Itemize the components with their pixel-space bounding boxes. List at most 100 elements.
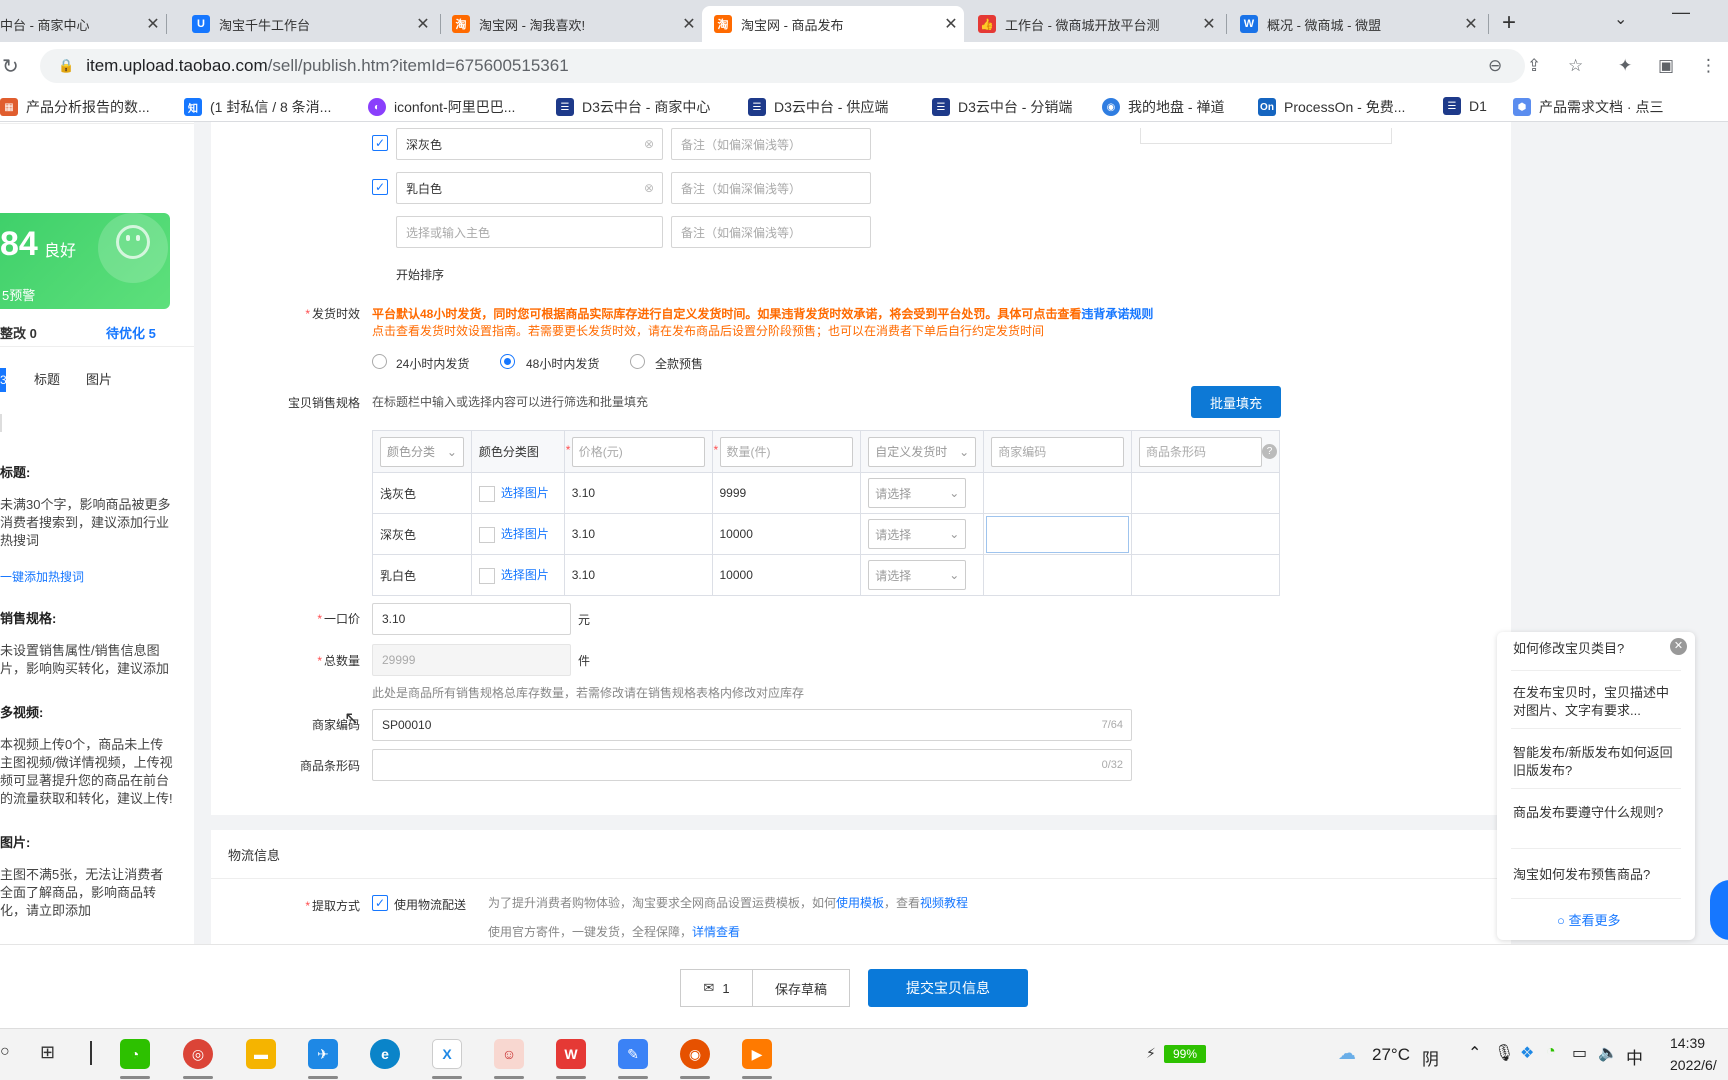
wps-icon[interactable]: W: [556, 1039, 586, 1069]
row-code[interactable]: [983, 513, 1132, 555]
close-icon[interactable]: ✕: [140, 14, 166, 34]
assistant-icon[interactable]: [1710, 880, 1728, 940]
row-code[interactable]: [983, 472, 1132, 514]
save-draft-button[interactable]: 保存草稿: [752, 969, 850, 1007]
tab-image-check[interactable]: 图片: [82, 368, 116, 392]
row-price[interactable]: 3.10: [563, 554, 713, 596]
minimize-icon[interactable]: —: [1672, 2, 1690, 23]
close-icon[interactable]: ✕: [1196, 14, 1222, 34]
clear-icon[interactable]: ⊗: [644, 181, 654, 195]
app-tray-icon[interactable]: ❖: [1520, 1043, 1534, 1063]
sidepanel-icon[interactable]: ▣: [1658, 56, 1674, 76]
video-tutorial-link[interactable]: 视频教程: [920, 896, 968, 910]
color-checkbox[interactable]: ✓: [372, 179, 388, 195]
tab-publish[interactable]: 淘 淘宝网 - 商品发布 ✕: [702, 6, 964, 42]
price-input[interactable]: 3.10: [372, 603, 571, 635]
barcode-input[interactable]: 0/32: [372, 749, 1132, 781]
tab-merchant-center[interactable]: 中台 - 商家中心 ✕: [0, 6, 166, 42]
tab-weimob[interactable]: W 概况 - 微商城 - 微盟 ✕: [1228, 6, 1484, 42]
chrome-icon[interactable]: ◎: [183, 1039, 213, 1069]
help-question[interactable]: 智能发布/新版发布如何返回旧版发布?: [1513, 744, 1679, 780]
share-icon[interactable]: ⇪: [1527, 56, 1541, 76]
row-barcode[interactable]: [1130, 554, 1281, 596]
clear-icon[interactable]: ⊗: [644, 137, 654, 151]
xmind-icon[interactable]: X: [432, 1039, 462, 1069]
star-icon[interactable]: ☆: [1568, 56, 1583, 76]
help-question[interactable]: 淘宝如何发布预售商品?: [1513, 866, 1679, 884]
media-icon[interactable]: ▶: [742, 1039, 772, 1069]
color-note-input[interactable]: 备注（如偏深偏浅等）: [671, 128, 871, 160]
details-link[interactable]: 详情查看: [692, 925, 740, 939]
new-tab-icon[interactable]: +: [1502, 9, 1516, 37]
color-input[interactable]: 深灰色 ⊗: [396, 128, 663, 160]
temperature[interactable]: 27°C: [1372, 1045, 1410, 1065]
help-question[interactable]: 商品发布要遵守什么规则?: [1513, 804, 1679, 822]
row-barcode[interactable]: [1130, 472, 1281, 514]
close-icon[interactable]: ✕: [1458, 14, 1484, 34]
bookmark-item[interactable]: ⬢ 产品需求文档 · 点三: [1513, 97, 1663, 117]
address-bar[interactable]: 🔒 item.upload.taobao.com/sell/publish.ht…: [40, 49, 1525, 83]
row-qty[interactable]: 10000: [711, 513, 862, 555]
row-qty[interactable]: 10000: [711, 554, 862, 596]
code-input[interactable]: SP00010 7/64: [372, 709, 1132, 741]
bookmark-item[interactable]: ◉ 我的地盘 - 禅道: [1102, 97, 1224, 117]
mic-icon[interactable]: 🎙: [1494, 1043, 1514, 1063]
extensions-icon[interactable]: ✦: [1618, 56, 1632, 76]
tab-taobao-home[interactable]: 淘 淘宝网 - 淘我喜欢! ✕: [440, 6, 702, 42]
bookmark-item[interactable]: ◐ iconfont-阿里巴巴...: [368, 97, 515, 117]
row-code[interactable]: [983, 554, 1132, 596]
battery-indicator[interactable]: 99%: [1164, 1045, 1206, 1063]
color-note-input[interactable]: 备注（如偏深偏浅等）: [671, 216, 871, 248]
tab-more[interactable]: [0, 414, 2, 432]
submit-button[interactable]: 提交宝贝信息: [868, 969, 1028, 1007]
help-icon[interactable]: ?: [1262, 444, 1277, 459]
view-more-link[interactable]: ○ 查看更多: [1557, 910, 1621, 929]
bookmark-item[interactable]: ▦ 产品分析报告的数...: [0, 97, 150, 117]
color-filter-select[interactable]: 颜色分类 ⌄: [380, 436, 464, 467]
notes-icon[interactable]: ✎: [618, 1039, 648, 1069]
reload-icon[interactable]: ↻: [2, 54, 19, 79]
use-template-link[interactable]: 使用模板: [836, 896, 884, 910]
help-question[interactable]: 在发布宝贝时，宝贝描述中对图片、文字有要求...: [1513, 684, 1679, 720]
bookmark-item[interactable]: ☰ D3云中台 - 供应端: [748, 97, 888, 117]
ship-time-select[interactable]: 自定义发货时 ⌄: [868, 436, 977, 467]
dingtalk-icon[interactable]: ✈: [308, 1039, 338, 1069]
ime-indicator[interactable]: 中: [1626, 1044, 1643, 1069]
menu-icon[interactable]: ⋮: [1700, 56, 1717, 76]
pick-image-link[interactable]: 选择图片: [501, 527, 549, 541]
optimize-stat[interactable]: 待优化 5: [106, 323, 156, 342]
network-icon[interactable]: ▭: [1572, 1043, 1587, 1063]
close-icon[interactable]: ✕: [938, 14, 964, 34]
color-input[interactable]: 乳白色 ⊗: [396, 172, 663, 204]
qty-batch-input[interactable]: 数量(件): [719, 436, 854, 467]
avatar-app-icon[interactable]: ☺: [494, 1039, 524, 1069]
row-ship-select[interactable]: 请选择 ⌄: [868, 478, 967, 508]
bookmark-item[interactable]: ☰ D3云中台 - 分销端: [932, 97, 1072, 117]
folder-icon[interactable]: ▬: [246, 1039, 276, 1069]
ship-24h-radio[interactable]: [372, 354, 387, 369]
search-icon[interactable]: ○: [0, 1043, 10, 1061]
tab-wsc-open[interactable]: 👍 工作台 - 微商城开放平台测 ✕: [966, 6, 1222, 42]
code-batch-input[interactable]: 商家编码: [991, 436, 1124, 467]
color-new-input[interactable]: 选择或输入主色: [396, 216, 663, 248]
close-icon[interactable]: ✕: [676, 14, 702, 34]
close-icon[interactable]: ✕: [410, 14, 436, 34]
tab-title-check[interactable]: 标题: [30, 368, 64, 392]
bookmark-item[interactable]: On ProcessOn - 免费...: [1258, 97, 1405, 117]
pick-image-link[interactable]: 选择图片: [501, 486, 549, 500]
chevron-down-icon[interactable]: ⌄: [1614, 9, 1627, 29]
logistics-checkbox[interactable]: ✓: [372, 895, 388, 911]
bookmark-item[interactable]: ☰ D3云中台 - 商家中心: [556, 97, 710, 117]
task-view-icon[interactable]: ⊞: [40, 1042, 55, 1063]
row-ship-select[interactable]: 请选择 ⌄: [868, 519, 967, 549]
bookmark-item[interactable]: ☰ D1: [1443, 97, 1487, 115]
presale-radio[interactable]: [630, 354, 645, 369]
clock-time[interactable]: 14:39: [1670, 1035, 1705, 1051]
help-question[interactable]: 如何修改宝贝类目?: [1513, 640, 1679, 658]
image-checkbox[interactable]: [478, 485, 495, 502]
zoom-icon[interactable]: ⊖: [1488, 56, 1502, 76]
volume-icon[interactable]: 🔈: [1598, 1043, 1618, 1063]
rule-link[interactable]: 违背承诺规则: [1081, 307, 1153, 321]
row-ship-select[interactable]: 请选择 ⌄: [868, 560, 967, 590]
row-barcode[interactable]: [1130, 513, 1281, 555]
